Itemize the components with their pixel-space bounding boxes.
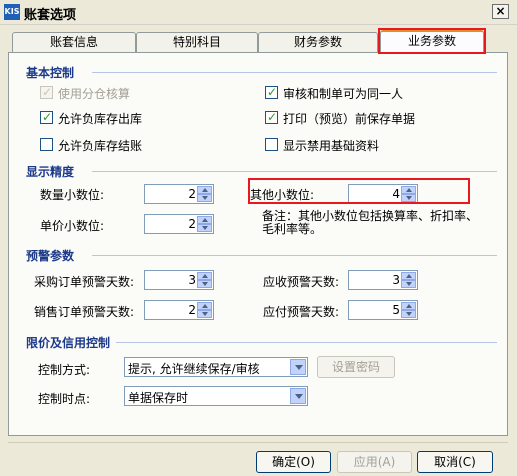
checkbox-negative-stock-out[interactable]: ✓ <box>40 110 53 124</box>
label-sales-warning: 销售订单预警天数: <box>34 305 135 319</box>
label-control-point: 控制时点: <box>38 392 91 406</box>
checkbox-show-disabled-data[interactable] <box>265 138 278 151</box>
spin-up-icon[interactable] <box>197 272 212 280</box>
tab-special-subjects[interactable]: 特别科目 <box>136 32 258 52</box>
section-divider <box>116 342 497 343</box>
spin-down-icon[interactable] <box>401 280 416 288</box>
spin-up-icon[interactable] <box>197 216 212 224</box>
checkbox-branch-warehouse[interactable]: ✓ <box>40 85 53 99</box>
section-title-precision: 显示精度 <box>26 165 75 179</box>
label-branch-warehouse: 使用分仓核算 <box>58 87 131 101</box>
section-title-warning: 预警参数 <box>26 249 75 263</box>
kis-app-icon: KIS <box>4 4 20 20</box>
chevron-down-icon[interactable] <box>290 388 306 404</box>
checkbox-same-auditor[interactable]: ✓ <box>265 85 278 99</box>
spin-down-icon[interactable] <box>197 194 212 202</box>
label-payable-warning: 应付预警天数: <box>263 305 340 319</box>
window-title: 账套选项 <box>24 8 77 23</box>
receivable-warning-stepper[interactable]: 3 <box>348 270 418 290</box>
close-button[interactable]: × <box>492 4 509 19</box>
label-quantity-decimals: 数量小数位: <box>40 188 105 202</box>
tab-finance-params[interactable]: 财务参数 <box>258 32 378 52</box>
stepper-value: 2 <box>188 187 196 201</box>
tab-highlight-annotation <box>378 28 486 54</box>
quantity-decimals-stepper[interactable]: 2 <box>144 184 214 204</box>
checkbox-save-before-print[interactable]: ✓ <box>265 110 278 124</box>
tab-account-info[interactable]: 账套信息 <box>12 32 136 52</box>
section-divider <box>92 255 497 256</box>
check-icon: ✓ <box>267 85 278 99</box>
check-icon: ✓ <box>267 110 278 124</box>
section-divider <box>92 171 497 172</box>
section-divider <box>92 72 497 73</box>
check-icon: ✓ <box>42 110 53 124</box>
apply-button[interactable]: 应用(A) <box>337 451 412 473</box>
label-price-decimals: 单价小数位: <box>40 219 105 233</box>
spin-up-icon[interactable] <box>401 302 416 310</box>
label-receivable-warning: 应收预警天数: <box>263 275 340 289</box>
cancel-button[interactable]: 取消(C) <box>417 451 493 473</box>
label-same-auditor: 审核和制单可为同一人 <box>283 87 404 101</box>
select-value: 提示, 允许继续保存/审核 <box>128 362 260 376</box>
sales-warning-stepper[interactable]: 2 <box>144 300 214 320</box>
check-icon: ✓ <box>42 85 53 99</box>
section-title-credit-control: 限价及信用控制 <box>26 336 111 350</box>
spin-down-icon[interactable] <box>197 224 212 232</box>
spin-up-icon[interactable] <box>197 302 212 310</box>
checkbox-negative-stock-close[interactable] <box>40 138 53 151</box>
stepper-value: 2 <box>188 303 196 317</box>
account-options-dialog: KIS 账套选项 × 账套信息 特别科目 财务参数 业务参数 基本控制 ✓ 使用… <box>0 0 517 476</box>
stepper-value: 2 <box>188 217 196 231</box>
label-purchase-warning: 采购订单预警天数: <box>34 275 135 289</box>
label-negative-stock-close: 允许负库存结账 <box>58 139 143 153</box>
spin-down-icon[interactable] <box>197 280 212 288</box>
label-negative-stock-out: 允许负库存出库 <box>58 112 143 126</box>
stepper-value: 5 <box>392 303 400 317</box>
control-method-select[interactable]: 提示, 允许继续保存/审核 <box>124 357 308 377</box>
footer-divider <box>8 442 508 443</box>
price-decimals-stepper[interactable]: 2 <box>144 214 214 234</box>
payable-warning-stepper[interactable]: 5 <box>348 300 418 320</box>
spin-down-icon[interactable] <box>401 310 416 318</box>
ok-button[interactable]: 确定(O) <box>256 451 331 473</box>
select-value: 单据保存时 <box>128 391 189 405</box>
stepper-value: 3 <box>392 273 400 287</box>
set-password-button[interactable]: 设置密码 <box>317 356 395 378</box>
label-show-disabled-data: 显示禁用基础资料 <box>283 139 380 153</box>
stepper-value: 3 <box>188 273 196 287</box>
purchase-warning-stepper[interactable]: 3 <box>144 270 214 290</box>
precision-note: 备注：其他小数位包括换算率、折扣率、毛利率等。 <box>262 209 479 236</box>
control-point-select[interactable]: 单据保存时 <box>124 386 308 406</box>
chevron-down-icon[interactable] <box>290 359 306 375</box>
title-bar: KIS 账套选项 × <box>0 0 517 25</box>
other-decimals-highlight-annotation <box>248 178 470 204</box>
spin-up-icon[interactable] <box>197 186 212 194</box>
section-title-basic-control: 基本控制 <box>26 66 75 80</box>
spin-up-icon[interactable] <box>401 272 416 280</box>
label-save-before-print: 打印（预览）前保存单据 <box>283 112 416 126</box>
label-control-method: 控制方式: <box>38 363 91 377</box>
spin-down-icon[interactable] <box>197 310 212 318</box>
